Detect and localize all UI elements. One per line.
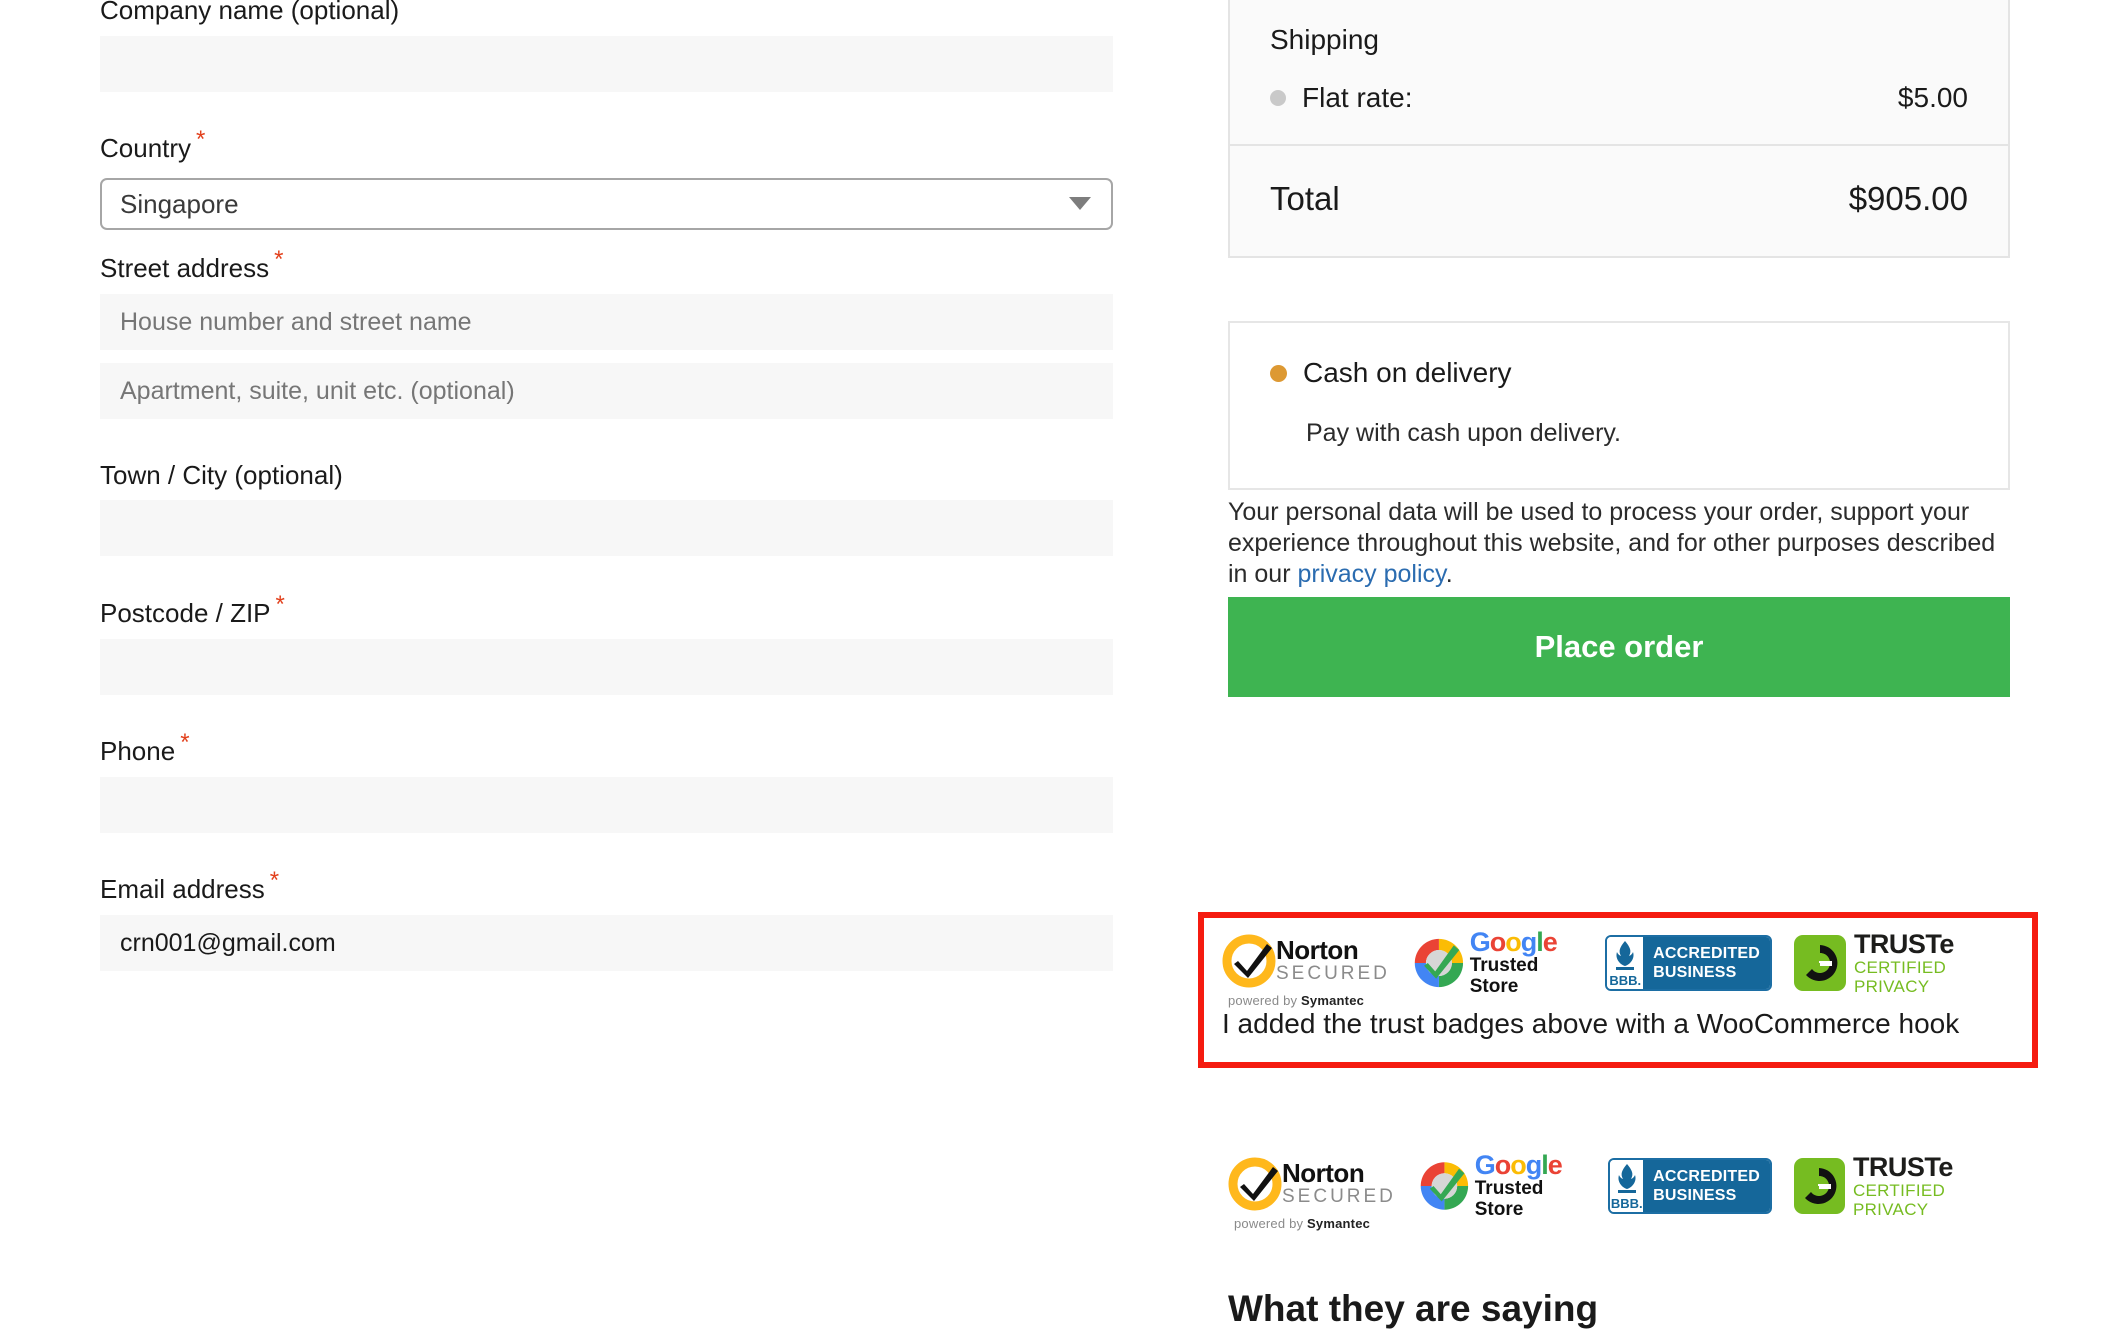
norton-secured-badge-icon: Norton SECURED powered by Symantec <box>1222 932 1390 1008</box>
google-wordmark: Google <box>1469 927 1558 957</box>
field-phone: Phone * <box>100 731 190 766</box>
payment-radio-icon[interactable] <box>1270 364 1287 382</box>
annotation-text: I added the trust badges above with a Wo… <box>1222 1008 1960 1039</box>
google-trusted-store-text-2: Trusted Store <box>1474 1178 1544 1220</box>
shipping-option-label: Flat rate: <box>1302 82 1413 113</box>
shipping-title: Shipping <box>1270 24 1379 55</box>
bbb-accredited-text-2: ACCREDITED <box>1653 1168 1760 1185</box>
country-label: Country * <box>100 128 205 163</box>
google-trusted-store-badge-icon-2: Google Trusted Store <box>1418 1150 1586 1220</box>
field-email-address: Email address * <box>100 869 279 904</box>
bbb-business-text: BUSINESS <box>1653 964 1737 981</box>
email-address-input[interactable] <box>100 915 1113 971</box>
order-total-row: Total $905.00 <box>1230 146 2008 256</box>
privacy-text-after: . <box>1445 560 1453 588</box>
bbb-accredited-text: ACCREDITED <box>1653 945 1761 962</box>
phone-required-marker: * <box>180 729 190 757</box>
payment-methods-box: Cash on delivery Pay with cash upon deli… <box>1228 321 2010 490</box>
email-address-required-marker: * <box>269 867 280 895</box>
phone-label: Phone * <box>100 731 190 766</box>
street-address-line2-input[interactable] <box>100 363 1113 419</box>
truste-certified-privacy-badge-icon-2: TRUSTe CERTIFIED PRIVACY <box>1793 1151 2010 1219</box>
town-city-input[interactable] <box>100 500 1113 556</box>
place-order-button[interactable]: Place order <box>1228 597 2010 697</box>
postcode-zip-input[interactable] <box>100 639 1113 695</box>
privacy-policy-link[interactable]: privacy policy <box>1297 560 1445 588</box>
postcode-zip-label: Postcode / ZIP * <box>100 593 285 628</box>
order-total-label: Total <box>1270 180 1340 217</box>
street-address-required-marker: * <box>274 246 284 274</box>
norton-powered-by-text-2: powered by Symantec <box>1234 1216 1371 1231</box>
field-company-name: Company name (optional) <box>100 0 399 25</box>
street-address-label: Street address * <box>100 248 283 283</box>
field-country: Country * <box>100 128 205 163</box>
company-name-input[interactable] <box>100 36 1113 92</box>
order-totals-table: Shipping Flat rate: $5.00 Total $905.00 <box>1228 0 2010 258</box>
norton-secured-badge-icon-2: Norton SECURED powered by Symantec <box>1228 1155 1396 1231</box>
google-check-circle-icon-2 <box>1420 1162 1469 1210</box>
bbb-business-text-2: BUSINESS <box>1653 1187 1737 1204</box>
shipping-option-row[interactable]: Flat rate: $5.00 <box>1270 82 1968 114</box>
field-street-address: Street address * <box>100 248 283 283</box>
country-label-text: Country <box>100 133 192 163</box>
email-address-label: Email address * <box>100 869 279 904</box>
annotation-callout-box: Norton SECURED powered by Symantec Googl… <box>1198 912 2038 1068</box>
street-address-line1-input[interactable] <box>100 294 1113 350</box>
truste-certified-privacy-badge-icon: TRUSTe CERTIFIED PRIVACY <box>1794 928 2014 996</box>
country-select-value[interactable]: Singapore <box>100 178 1113 230</box>
google-trusted-store-badge-icon: Google Trusted Store <box>1412 927 1584 997</box>
google-trusted-store-text: Trusted Store <box>1469 955 1539 997</box>
truste-e-icon <box>1805 945 1838 981</box>
payment-method-label: Cash on delivery <box>1303 357 1512 388</box>
truste-wordmark: TRUSTe <box>1853 928 1955 959</box>
trust-badges-row-2: Norton SECURED powered by Symantec Googl… <box>1228 1150 2010 1231</box>
field-town-city: Town / City (optional) <box>100 460 343 490</box>
postcode-zip-required-marker: * <box>275 591 285 619</box>
country-select[interactable]: Singapore <box>100 178 1113 230</box>
truste-certified-privacy-text-2: CERTIFIED PRIVACY <box>1852 1180 1946 1219</box>
street-address-label-text: Street address <box>100 253 270 283</box>
payment-method-description: Pay with cash upon delivery. <box>1306 419 1621 447</box>
norton-check-icon <box>1222 934 1276 988</box>
checkout-page: Company name (optional) Country * Singapo… <box>0 0 2112 1344</box>
town-city-label: Town / City (optional) <box>100 460 343 490</box>
chevron-down-icon[interactable] <box>1069 197 1091 210</box>
bbb-torch-icon <box>1616 940 1635 970</box>
country-required-marker: * <box>196 126 206 154</box>
truste-e-icon-2 <box>1805 1168 1837 1204</box>
bbb-accredited-business-badge-icon: BBB. ACCREDITED BUSINESS <box>1605 935 1773 991</box>
field-postcode-zip: Postcode / ZIP * <box>100 593 285 628</box>
bbb-accredited-business-badge-icon-2: BBB. ACCREDITED BUSINESS <box>1608 1158 1772 1214</box>
company-name-label: Company name (optional) <box>100 0 400 25</box>
order-total-amount: $905.00 <box>1848 180 1968 217</box>
shipping-section: Shipping Flat rate: $5.00 <box>1230 0 2008 144</box>
truste-wordmark-2: TRUSTe <box>1852 1151 1954 1182</box>
bbb-torch-icon-2 <box>1617 1163 1636 1193</box>
shipping-radio-icon[interactable] <box>1270 90 1286 106</box>
google-wordmark-2: Google <box>1474 1150 1563 1180</box>
truste-certified-privacy-text: CERTIFIED PRIVACY <box>1853 957 1947 996</box>
postcode-zip-label-text: Postcode / ZIP <box>100 598 271 628</box>
phone-label-text: Phone <box>100 736 176 766</box>
google-check-circle-icon <box>1414 938 1463 988</box>
trust-badges-row-1: Norton SECURED powered by Symantec Googl… <box>1222 927 2014 1008</box>
norton-check-icon-2 <box>1228 1157 1282 1211</box>
privacy-policy-text: Your personal data will be used to proce… <box>1228 497 2010 590</box>
testimonials-heading: What they are saying <box>1228 1288 1599 1329</box>
shipping-option-amount: $5.00 <box>1897 82 1968 113</box>
payment-method-cash-on-delivery[interactable]: Cash on delivery <box>1270 357 1968 389</box>
email-address-label-text: Email address <box>100 874 265 904</box>
phone-input[interactable] <box>100 777 1113 833</box>
